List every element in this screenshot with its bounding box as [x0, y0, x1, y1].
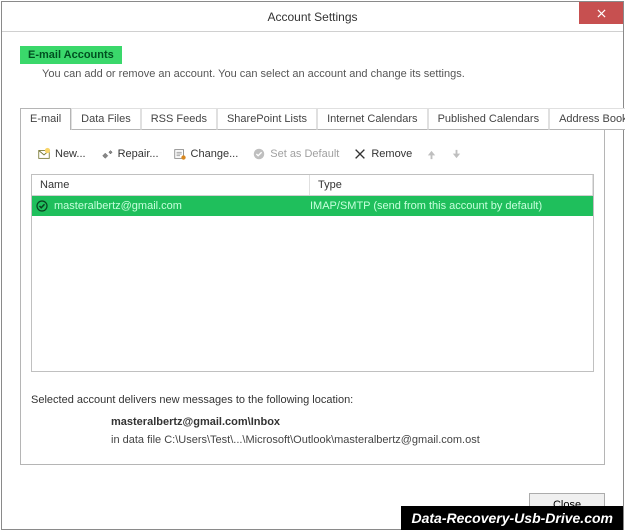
window-close-button[interactable]	[579, 2, 623, 24]
remove-icon	[353, 147, 367, 161]
set-default-label: Set as Default	[270, 148, 339, 160]
section-description: You can add or remove an account. You ca…	[42, 68, 605, 80]
check-circle-icon	[252, 147, 266, 161]
account-type: IMAP/SMTP (send from this account by def…	[310, 200, 593, 212]
list-header: Name Type	[32, 175, 593, 196]
repair-icon	[100, 147, 114, 161]
change-label: Change...	[191, 148, 239, 160]
new-icon	[37, 147, 51, 161]
tab-internet-calendars[interactable]: Internet Calendars	[317, 108, 428, 130]
repair-button[interactable]: Repair...	[96, 144, 163, 164]
arrow-up-icon	[426, 149, 437, 160]
tab-address-books[interactable]: Address Books	[549, 108, 625, 130]
section-heading: E-mail Accounts	[20, 46, 122, 64]
delivery-file: in data file C:\Users\Test\...\Microsoft…	[111, 434, 594, 446]
tab-panel-email: New... Repair... Change... Set as Defaul…	[20, 130, 605, 465]
repair-label: Repair...	[118, 148, 159, 160]
column-type[interactable]: Type	[310, 175, 593, 195]
move-up-button	[422, 146, 441, 163]
set-default-button: Set as Default	[248, 144, 343, 164]
delivery-info: Selected account delivers new messages t…	[31, 394, 594, 446]
titlebar: Account Settings	[2, 2, 623, 32]
new-button[interactable]: New...	[33, 144, 90, 164]
change-icon	[173, 147, 187, 161]
tab-email[interactable]: E-mail	[20, 108, 71, 130]
tab-strip: E-mail Data Files RSS Feeds SharePoint L…	[20, 108, 605, 130]
delivery-intro: Selected account delivers new messages t…	[31, 394, 594, 406]
remove-button[interactable]: Remove	[349, 144, 416, 164]
accounts-list: Name Type masteralbertz@gmail.com IMAP/S…	[31, 174, 594, 372]
remove-label: Remove	[371, 148, 412, 160]
new-label: New...	[55, 148, 86, 160]
watermark: Data-Recovery-Usb-Drive.com	[401, 506, 623, 530]
close-icon	[597, 9, 606, 18]
tab-sharepoint-lists[interactable]: SharePoint Lists	[217, 108, 317, 130]
account-name: masteralbertz@gmail.com	[52, 200, 310, 212]
accounts-toolbar: New... Repair... Change... Set as Defaul…	[31, 140, 594, 174]
column-name[interactable]: Name	[32, 175, 310, 195]
tab-rss-feeds[interactable]: RSS Feeds	[141, 108, 217, 130]
tab-data-files[interactable]: Data Files	[71, 108, 141, 130]
window-title: Account Settings	[267, 10, 357, 24]
tab-published-calendars[interactable]: Published Calendars	[428, 108, 550, 130]
arrow-down-icon	[451, 149, 462, 160]
delivery-path: masteralbertz@gmail.com\Inbox	[111, 416, 280, 428]
account-settings-dialog: Account Settings E-mail Accounts You can…	[1, 1, 624, 530]
account-row[interactable]: masteralbertz@gmail.com IMAP/SMTP (send …	[32, 196, 593, 216]
move-down-button	[447, 146, 466, 163]
default-account-icon	[32, 200, 52, 212]
change-button[interactable]: Change...	[169, 144, 243, 164]
dialog-body: E-mail Accounts You can add or remove an…	[2, 32, 623, 475]
